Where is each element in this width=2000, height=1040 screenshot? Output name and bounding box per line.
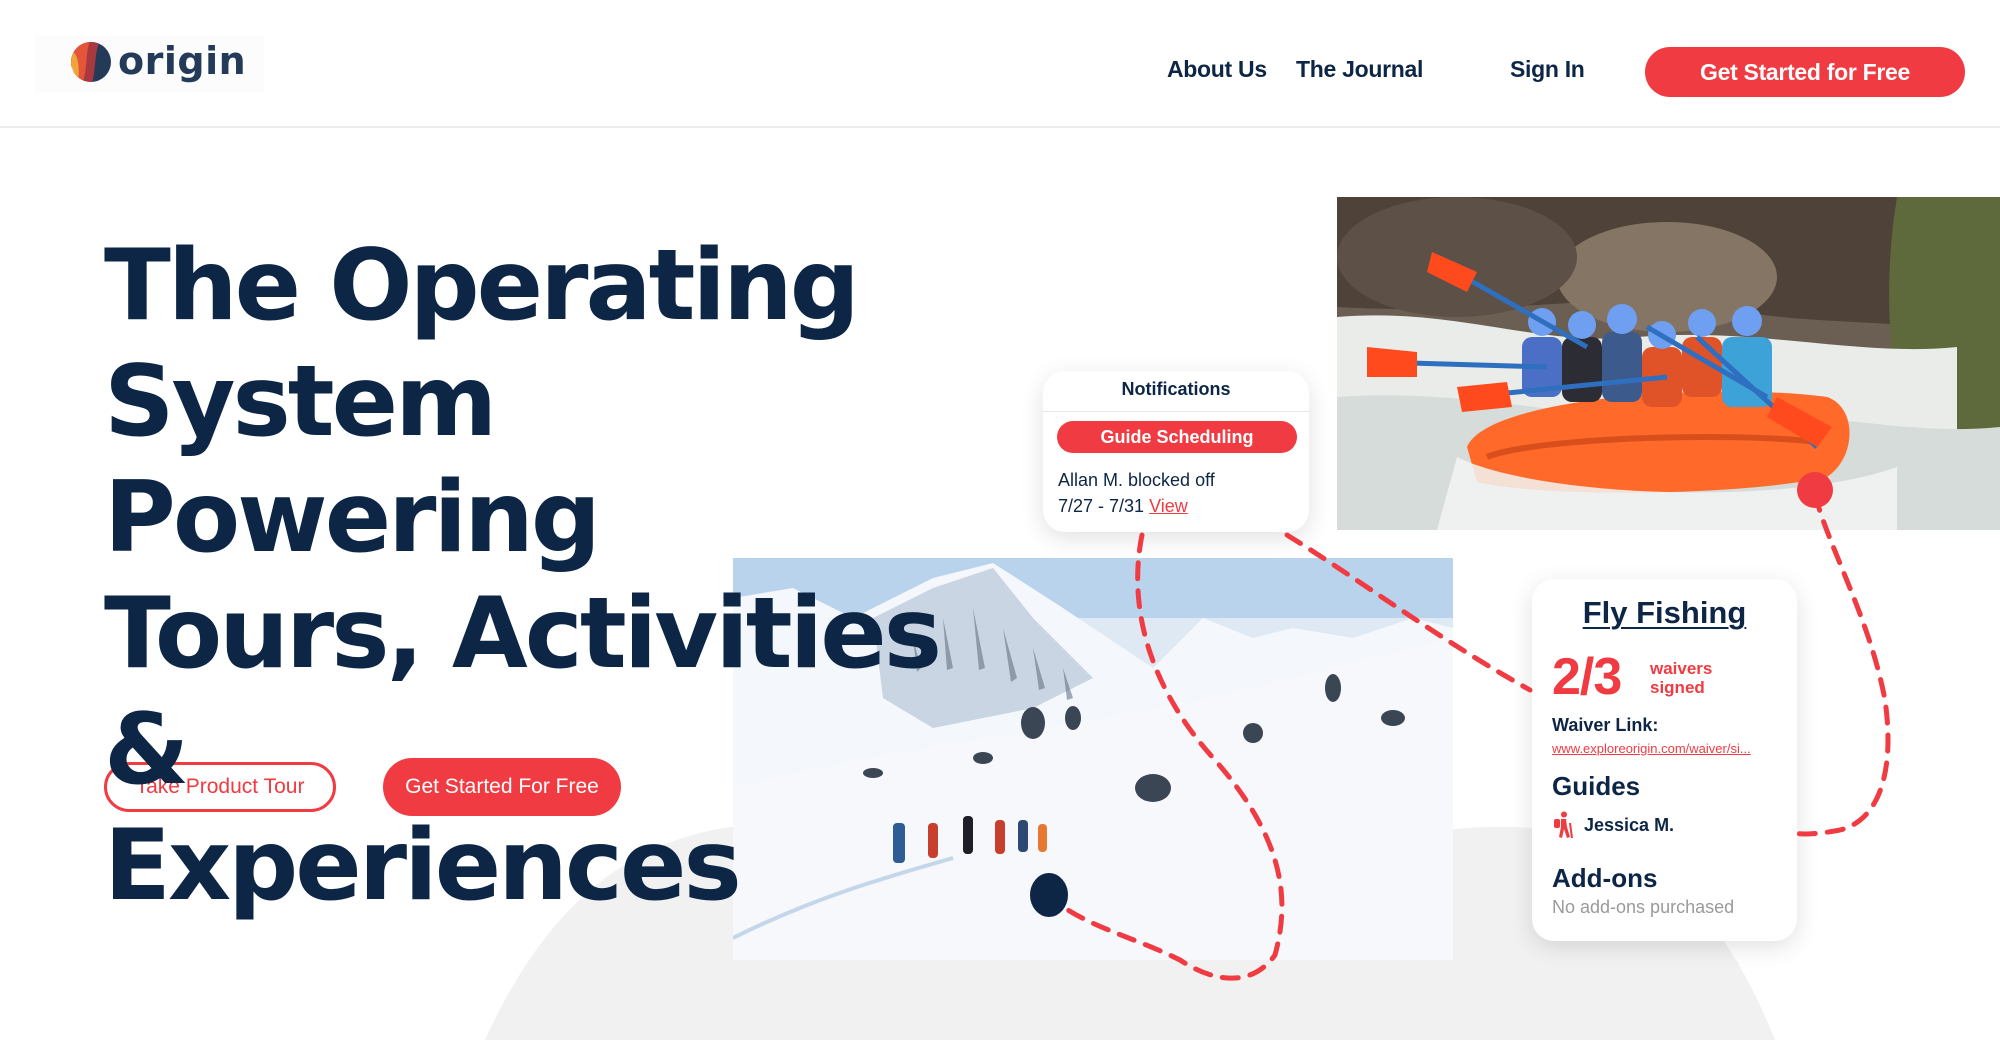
hero-title: The Operating System Powering Tours, Act…: [104, 228, 1004, 924]
waivers-label-line: signed: [1650, 678, 1705, 697]
origin-logo-icon: [71, 42, 111, 82]
nav-sign-in[interactable]: Sign In: [1510, 56, 1585, 83]
nav-about-us[interactable]: About Us: [1167, 56, 1267, 83]
addons-value: No add-ons purchased: [1552, 897, 1735, 917]
notification-card: Notifications Guide Scheduling Allan M. …: [1043, 371, 1309, 532]
guide-item: Jessica M.: [1552, 811, 1674, 839]
hero-title-line: System Powering: [104, 345, 601, 575]
addons-heading: Add-ons: [1552, 863, 1658, 893]
guide-name: Jessica M.: [1584, 814, 1675, 835]
notification-line: Allan M. blocked off: [1058, 470, 1215, 490]
notification-dates: 7/27 - 7/31: [1058, 496, 1145, 516]
rafting-photo: [1337, 197, 2000, 530]
waivers-label-line: waivers: [1650, 659, 1713, 678]
hero-title-line: Experiences: [104, 809, 742, 923]
notification-body: Allan M. blocked off 7/27 - 7/31 View: [1058, 467, 1215, 519]
waiver-link-label: Waiver Link:: [1552, 715, 1659, 735]
waivers-label: waivers signed: [1650, 659, 1712, 697]
guide-scheduling-badge: Guide Scheduling: [1057, 421, 1297, 453]
guides-heading: Guides: [1552, 771, 1641, 801]
notification-title: Notifications: [1121, 379, 1231, 399]
hero-title-line: Tours, Activities &: [104, 577, 942, 807]
notification-dates-row: 7/27 - 7/31 View: [1058, 493, 1215, 519]
logo-text: origin: [118, 39, 247, 83]
hiker-icon: [1554, 811, 1573, 839]
activity-card: Fly Fishing 2/3 waivers signed Waiver Li…: [1532, 579, 1797, 941]
view-link[interactable]: View: [1149, 496, 1188, 516]
divider: [1043, 411, 1309, 412]
site-header: origin About Us The Journal Sign In Get …: [0, 0, 2000, 128]
hero-title-line: The Operating: [104, 229, 860, 343]
nav-the-journal[interactable]: The Journal: [1296, 56, 1423, 83]
activity-title[interactable]: Fly Fishing: [1532, 595, 1797, 631]
waivers-count: 2/3: [1552, 648, 1622, 706]
logo[interactable]: origin: [34, 36, 264, 92]
waiver-link[interactable]: www.exploreorigin.com/waiver/si...: [1552, 741, 1751, 756]
get-started-header-button[interactable]: Get Started for Free: [1645, 47, 1965, 97]
